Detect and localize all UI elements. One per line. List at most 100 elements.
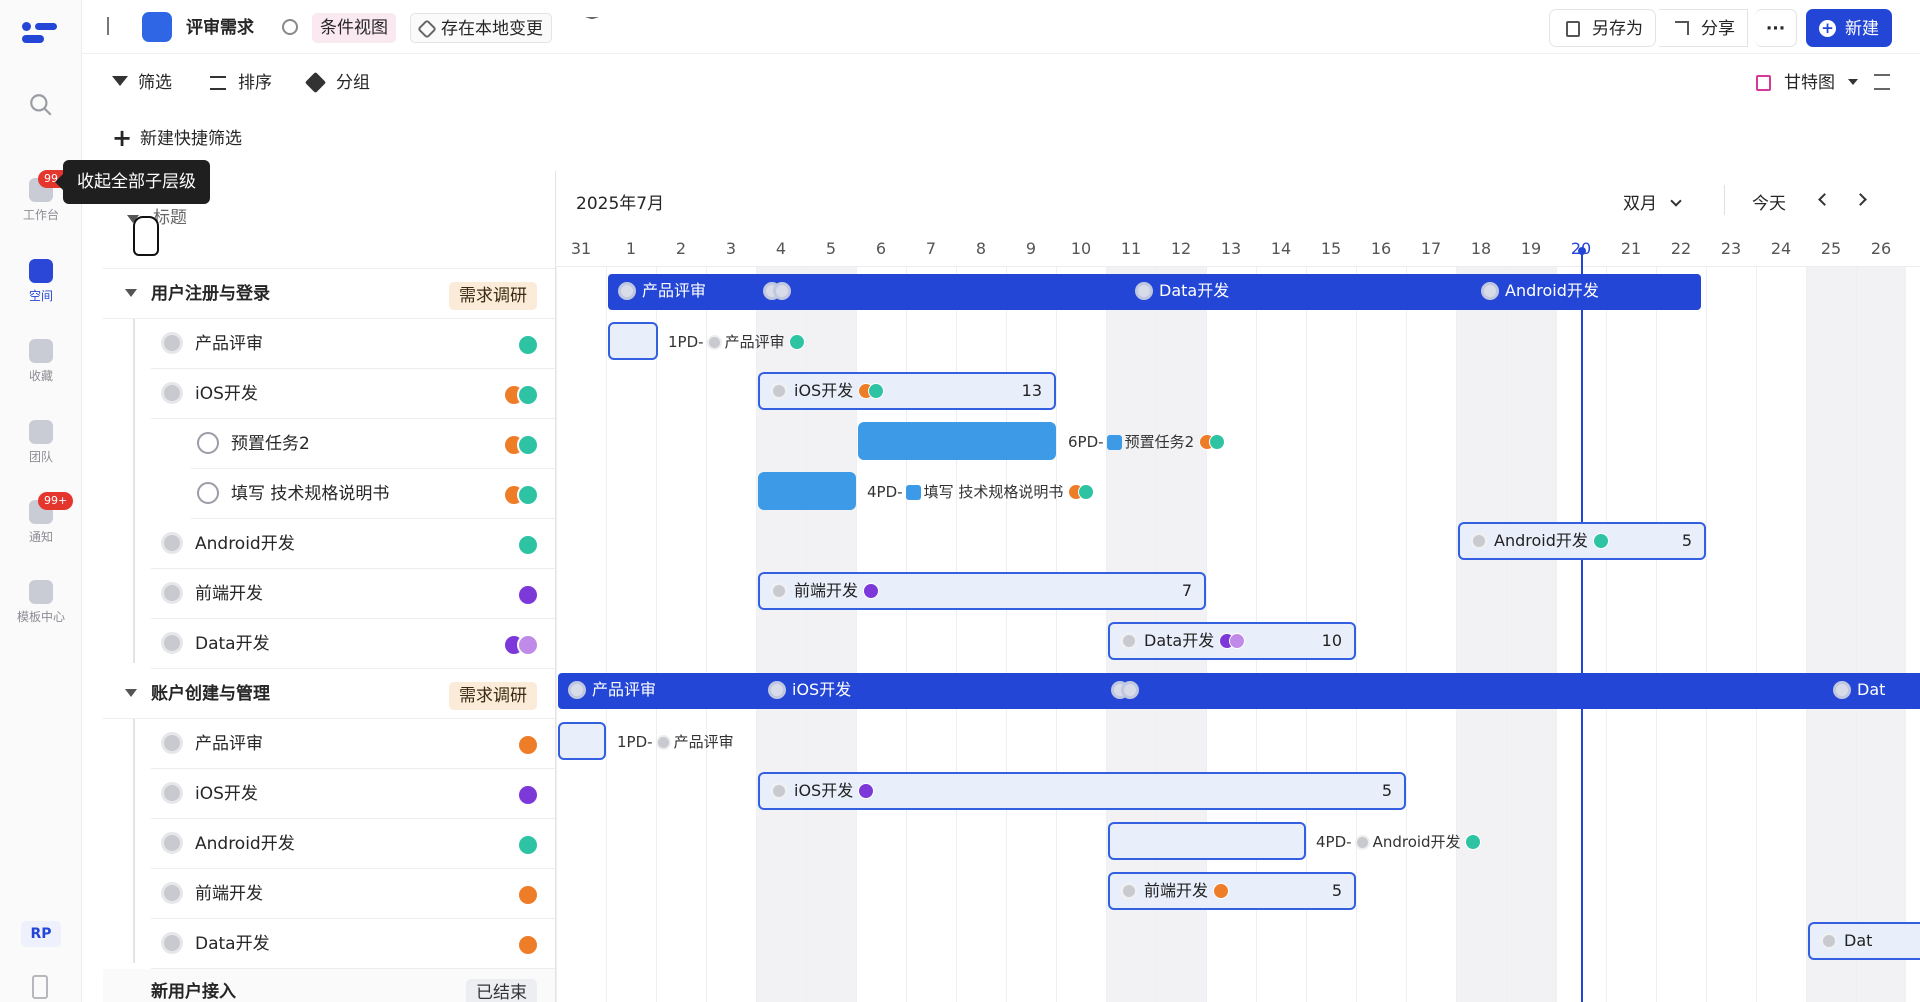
- status-dot-icon[interactable]: [161, 582, 183, 604]
- tree-row[interactable]: 预置任务2: [191, 419, 555, 469]
- rail-notifications[interactable]: 99+ 通知: [0, 492, 82, 545]
- rail-search[interactable]: [0, 92, 82, 118]
- user-avatar[interactable]: RP: [21, 921, 61, 947]
- task-bar[interactable]: [1108, 822, 1306, 860]
- bar-count: 13: [1021, 381, 1042, 400]
- task-bar[interactable]: [858, 422, 1056, 460]
- status-circle-icon[interactable]: [197, 432, 219, 454]
- status-tag[interactable]: 需求调研: [449, 682, 537, 710]
- save-as-button[interactable]: 另存为: [1549, 9, 1656, 47]
- bar-count: 5: [1381, 781, 1392, 800]
- tree-row[interactable]: 前端开发: [151, 569, 555, 619]
- filter-button[interactable]: 筛选: [112, 70, 172, 96]
- view-mode-select[interactable]: 甘特图: [1754, 70, 1859, 96]
- status-dot-icon[interactable]: [161, 332, 183, 354]
- filter-label: 筛选: [138, 73, 172, 93]
- new-quick-filter-button[interactable]: + 新建快捷筛选: [112, 124, 242, 152]
- status-dot-icon: [1470, 532, 1488, 550]
- rail-space[interactable]: 空间: [0, 259, 82, 304]
- task-bar[interactable]: iOS开发 13: [758, 372, 1056, 410]
- next-icon[interactable]: [1854, 193, 1867, 206]
- task-bar[interactable]: Data开发 10: [1108, 622, 1356, 660]
- day-label: 3: [725, 239, 737, 258]
- bar-count: 5: [1331, 881, 1342, 900]
- tree-guide: [133, 719, 135, 963]
- summary-bar[interactable]: 产品评审 Data开发 Android开发: [608, 274, 1701, 310]
- status-tag[interactable]: 需求调研: [449, 282, 537, 310]
- status-dot-icon[interactable]: [161, 782, 183, 804]
- bar-segment: iOS开发: [758, 673, 851, 707]
- status-dot-icon[interactable]: [161, 832, 183, 854]
- rail-templates[interactable]: 模板中心: [0, 580, 82, 625]
- share-button[interactable]: 分享: [1659, 9, 1748, 47]
- info-icon[interactable]: [282, 19, 298, 35]
- status-dot-icon[interactable]: [161, 882, 183, 904]
- unlink-icon: [417, 19, 437, 39]
- day-column: [1856, 267, 1906, 1002]
- group-row[interactable]: 账户创建与管理 需求调研: [103, 669, 555, 719]
- more-button[interactable]: ···: [1755, 9, 1797, 47]
- status-dot-icon[interactable]: [161, 532, 183, 554]
- bar-label: Data开发: [1159, 281, 1230, 300]
- chevron-down-icon[interactable]: [125, 289, 137, 303]
- task-bar[interactable]: [608, 322, 658, 360]
- new-button[interactable]: + 新建: [1806, 9, 1892, 47]
- tree-row[interactable]: Data开发: [151, 619, 555, 669]
- status-tag[interactable]: 已结束: [466, 979, 537, 1002]
- task-bar[interactable]: Dat: [1808, 922, 1920, 960]
- caret-down-icon: [1848, 79, 1859, 90]
- task-bar[interactable]: Android开发 5: [1458, 522, 1706, 560]
- tree-row[interactable]: 产品评审: [151, 319, 555, 369]
- group-row[interactable]: 用户注册与登录 需求调研: [103, 269, 555, 319]
- status-circle-icon[interactable]: [197, 482, 219, 504]
- summary-bar[interactable]: 产品评审 iOS开发 Dat: [558, 673, 1920, 709]
- task-bar[interactable]: 前端开发 7: [758, 572, 1206, 610]
- rail-favorites[interactable]: 收藏: [0, 339, 82, 384]
- day-column: [1056, 267, 1106, 1002]
- bar-count: 10: [1321, 631, 1342, 650]
- today-button[interactable]: 今天: [1752, 189, 1786, 214]
- app-root: 99+ 工作台 空间 收藏 团队 99+ 通知 模板中心 RP 评审需求 条件视…: [0, 0, 1920, 1002]
- rail-label: 收藏: [28, 369, 53, 383]
- tree-row[interactable]: Android开发: [151, 819, 555, 869]
- tree-row[interactable]: iOS开发: [151, 769, 555, 819]
- status-dot-icon: [768, 681, 786, 699]
- mobile-icon[interactable]: [32, 975, 48, 999]
- day-label: 14: [1270, 239, 1292, 258]
- settings-icon[interactable]: [1874, 74, 1890, 90]
- condition-view-chip[interactable]: 条件视图: [312, 13, 396, 43]
- status-dot-icon[interactable]: [161, 932, 183, 954]
- task-bar[interactable]: [758, 472, 856, 510]
- chevron-down-icon[interactable]: [125, 689, 137, 703]
- pin-icon[interactable]: [585, 17, 599, 37]
- tree-row[interactable]: Android开发: [151, 519, 555, 569]
- task-bar[interactable]: 前端开发 5: [1108, 872, 1356, 910]
- bar-label: Dat: [1844, 931, 1873, 950]
- group-row[interactable]: 新用户接入 已结束: [103, 969, 555, 1002]
- rail-team[interactable]: 团队: [0, 420, 82, 465]
- tree-row[interactable]: iOS开发: [151, 369, 555, 419]
- save-local-button[interactable]: 存在本地变更: [410, 13, 552, 43]
- status-dot-icon[interactable]: [161, 632, 183, 654]
- plus-icon: +: [112, 124, 133, 152]
- scale-select[interactable]: 双月: [1623, 189, 1683, 214]
- tree-row[interactable]: 产品评审: [151, 719, 555, 769]
- prev-icon[interactable]: [1818, 193, 1831, 206]
- day-column: [1606, 267, 1656, 1002]
- task-bar[interactable]: [558, 722, 606, 760]
- status-dot-icon: [1481, 282, 1499, 300]
- sidebar-toggle-icon[interactable]: [107, 17, 127, 35]
- tree-row[interactable]: 填写 技术规格说明书: [191, 469, 555, 519]
- app-logo[interactable]: [22, 20, 58, 48]
- sort-button[interactable]: 排序: [210, 70, 272, 96]
- task-title: Android开发: [195, 534, 295, 554]
- bar-count: 7: [1181, 581, 1192, 600]
- tree-row[interactable]: Data开发: [151, 919, 555, 969]
- task-bar[interactable]: iOS开发 5: [758, 772, 1406, 810]
- avatar: [517, 534, 539, 556]
- status-dot-icon[interactable]: [161, 732, 183, 754]
- status-dot-icon[interactable]: [161, 382, 183, 404]
- tree-row[interactable]: 前端开发: [151, 869, 555, 919]
- group-button[interactable]: 分组: [304, 70, 370, 96]
- day-column: [1456, 267, 1506, 1002]
